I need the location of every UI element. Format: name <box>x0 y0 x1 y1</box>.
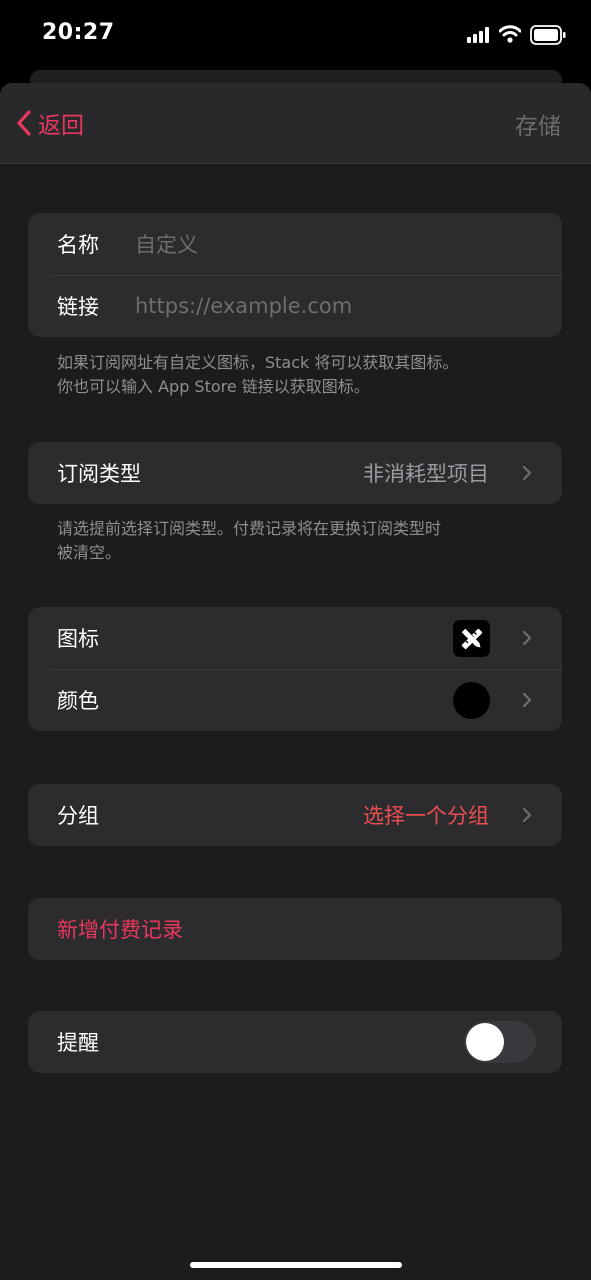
home-indicator[interactable] <box>190 1262 402 1268</box>
type-hint-line-2: 被清空。 <box>57 543 122 562</box>
type-hint-note: 请选提前选择订阅类型。付费记录将在更换订阅类型时 被清空。 <box>57 517 537 565</box>
payment-group: 新增付费记录 <box>28 898 562 960</box>
battery-icon <box>530 25 566 49</box>
chevron-right-icon <box>522 465 532 481</box>
category-row[interactable]: 分组 选择一个分组 <box>28 784 562 846</box>
status-bar: 20:27 <box>0 0 591 70</box>
icon-hint-line-2: 你也可以输入 App Store 链接以获取图标。 <box>57 377 370 396</box>
link-input[interactable]: https://example.com <box>135 294 352 318</box>
color-swatch <box>453 682 490 719</box>
subscription-type-value: 非消耗型项目 <box>363 462 489 486</box>
icon-row[interactable]: 图标 <box>28 607 562 669</box>
navigation-bar: 返回 存储 <box>0 83 591 164</box>
icon-label: 图标 <box>57 627 99 651</box>
cellular-signal-icon <box>467 27 491 47</box>
reminder-row: 提醒 <box>28 1011 562 1073</box>
status-time: 20:27 <box>42 20 115 45</box>
chevron-right-icon <box>522 692 532 708</box>
name-label: 名称 <box>57 233 99 257</box>
back-button[interactable]: 返回 <box>16 107 84 139</box>
chevron-left-icon <box>17 110 31 136</box>
pencil-ruler-icon <box>453 620 490 657</box>
edit-subscription-sheet: 返回 存储 名称 自定义 链接 https://example.com 如果订阅… <box>0 83 591 1280</box>
icon-hint-line-1: 如果订阅网址有自定义图标，Stack 将可以获取其图标。 <box>57 353 459 372</box>
category-value: 选择一个分组 <box>363 804 489 828</box>
back-button-label: 返回 <box>38 113 84 139</box>
icon-hint-note: 如果订阅网址有自定义图标，Stack 将可以获取其图标。 你也可以输入 App … <box>57 351 537 399</box>
reminder-group: 提醒 <box>28 1011 562 1073</box>
name-row[interactable]: 名称 自定义 <box>28 213 562 275</box>
wifi-icon <box>498 25 522 47</box>
color-label: 颜色 <box>57 689 99 713</box>
name-input[interactable]: 自定义 <box>135 229 198 259</box>
type-hint-line-1: 请选提前选择订阅类型。付费记录将在更换订阅类型时 <box>57 519 442 538</box>
save-button[interactable]: 存储 <box>515 107 561 141</box>
link-label: 链接 <box>57 295 99 319</box>
chevron-right-icon <box>522 807 532 823</box>
toggle-knob <box>466 1023 504 1061</box>
color-row[interactable]: 颜色 <box>28 669 562 731</box>
subscription-type-group: 订阅类型 非消耗型项目 <box>28 442 562 504</box>
link-row[interactable]: 链接 https://example.com <box>28 275 562 337</box>
basic-info-group: 名称 自定义 链接 https://example.com <box>28 213 562 337</box>
category-label: 分组 <box>57 804 99 828</box>
subscription-type-label: 订阅类型 <box>57 462 141 486</box>
category-group: 分组 选择一个分组 <box>28 784 562 846</box>
add-payment-button[interactable]: 新增付费记录 <box>28 898 562 960</box>
reminder-label: 提醒 <box>57 1031 99 1055</box>
chevron-right-icon <box>522 630 532 646</box>
appearance-group: 图标 颜色 <box>28 607 562 731</box>
subscription-type-row[interactable]: 订阅类型 非消耗型项目 <box>28 442 562 504</box>
reminder-toggle[interactable] <box>464 1021 536 1063</box>
add-payment-label: 新增付费记录 <box>57 918 183 942</box>
